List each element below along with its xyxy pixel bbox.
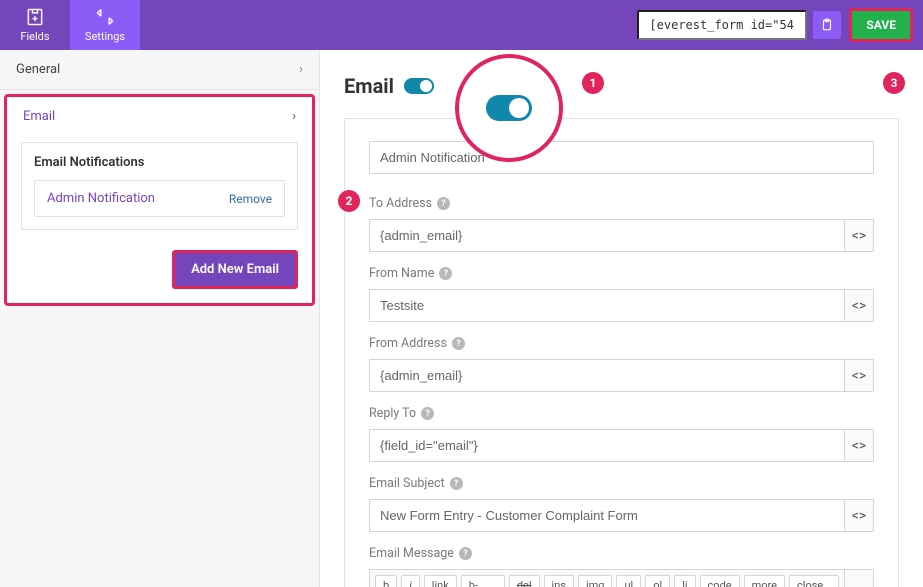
help-icon[interactable]: ?: [421, 407, 434, 420]
settings-icon: [94, 7, 116, 27]
save-button[interactable]: SAVE: [849, 8, 913, 42]
smart-tag-button[interactable]: <>: [844, 499, 874, 532]
from-name-input[interactable]: [369, 289, 844, 322]
sidebar-item-email[interactable]: Email ›: [7, 97, 312, 136]
reply-to-label: Reply To?: [369, 406, 874, 421]
settings-tab-label: Settings: [85, 30, 125, 43]
editor-bquote-button[interactable]: b-quote: [461, 575, 505, 587]
help-icon[interactable]: ?: [459, 547, 472, 560]
clipboard-icon: [820, 18, 834, 32]
subject-label: Email Subject?: [369, 476, 874, 491]
smart-tag-button[interactable]: <>: [844, 219, 874, 252]
main-panel: Email To Address? <> From Name? <> From …: [320, 50, 923, 587]
editor-ol-button[interactable]: ol: [645, 575, 670, 587]
help-icon[interactable]: ?: [452, 337, 465, 350]
editor-ul-button[interactable]: ul: [616, 575, 641, 587]
smart-tag-button[interactable]: <>: [844, 359, 874, 392]
reply-to-input[interactable]: [369, 429, 844, 462]
sidebar: General › Email › Email Notifications Ad…: [0, 50, 320, 587]
shortcode-input[interactable]: [637, 10, 807, 40]
chevron-right-icon: ›: [292, 109, 296, 124]
callout-marker-1: 1: [582, 72, 604, 94]
email-form-panel: To Address? <> From Name? <> From Addres…: [344, 118, 899, 587]
copy-shortcode-button[interactable]: [813, 11, 841, 39]
notification-name-input[interactable]: [369, 141, 874, 174]
email-enable-toggle-zoom: [486, 95, 532, 121]
from-address-input[interactable]: [369, 359, 844, 392]
sidebar-item-label: Email: [23, 109, 55, 124]
add-new-email-button[interactable]: Add New Email: [172, 250, 298, 289]
editor-del-button[interactable]: del: [509, 575, 540, 587]
editor-code-button[interactable]: code: [700, 575, 740, 587]
to-address-input[interactable]: [369, 219, 844, 252]
email-notifications-box: Email Notifications Admin Notification R…: [21, 142, 298, 230]
editor-more-button[interactable]: more: [744, 575, 785, 587]
editor-toolbar: b i link b-quote del ins img ul ol li co…: [369, 569, 844, 587]
sidebar-item-label: General: [16, 62, 60, 77]
help-icon[interactable]: ?: [437, 197, 450, 210]
subject-input[interactable]: [369, 499, 844, 532]
smart-tag-button[interactable]: <>: [844, 429, 874, 462]
fields-icon: [25, 7, 45, 27]
notifications-heading: Email Notifications: [34, 155, 285, 170]
toggle-zoom-callout: [455, 54, 563, 162]
notification-row: Admin Notification Remove: [34, 180, 285, 217]
chevron-right-icon: ›: [299, 62, 303, 77]
to-address-label: To Address?: [369, 196, 874, 211]
callout-marker-2: 2: [338, 190, 360, 212]
fields-tab-label: Fields: [20, 30, 49, 43]
editor-ins-button[interactable]: ins: [544, 575, 574, 587]
editor-link-button[interactable]: link: [424, 575, 457, 587]
email-settings-panel: Email › Email Notifications Admin Notifi…: [4, 94, 315, 306]
page-title: Email: [344, 74, 394, 98]
top-bar: Fields Settings SAVE: [0, 0, 923, 50]
message-label: Email Message?: [369, 546, 874, 561]
from-name-label: From Name?: [369, 266, 874, 281]
notification-link[interactable]: Admin Notification: [47, 191, 155, 206]
help-icon[interactable]: ?: [439, 267, 452, 280]
settings-tab[interactable]: Settings: [70, 0, 140, 50]
smart-tag-button[interactable]: <>: [844, 569, 874, 587]
smart-tag-button[interactable]: <>: [844, 289, 874, 322]
editor-closetags-button[interactable]: close tags: [789, 575, 839, 587]
sidebar-item-general[interactable]: General ›: [0, 50, 319, 90]
fields-tab[interactable]: Fields: [0, 0, 70, 50]
remove-link[interactable]: Remove: [229, 192, 272, 206]
from-address-label: From Address?: [369, 336, 874, 351]
email-enable-toggle[interactable]: [404, 78, 434, 94]
editor-img-button[interactable]: img: [578, 575, 613, 587]
help-icon[interactable]: ?: [450, 477, 463, 490]
editor-bold-button[interactable]: b: [375, 575, 397, 587]
editor-li-button[interactable]: li: [674, 575, 695, 587]
callout-marker-3: 3: [883, 72, 905, 94]
editor-italic-button[interactable]: i: [401, 575, 420, 587]
